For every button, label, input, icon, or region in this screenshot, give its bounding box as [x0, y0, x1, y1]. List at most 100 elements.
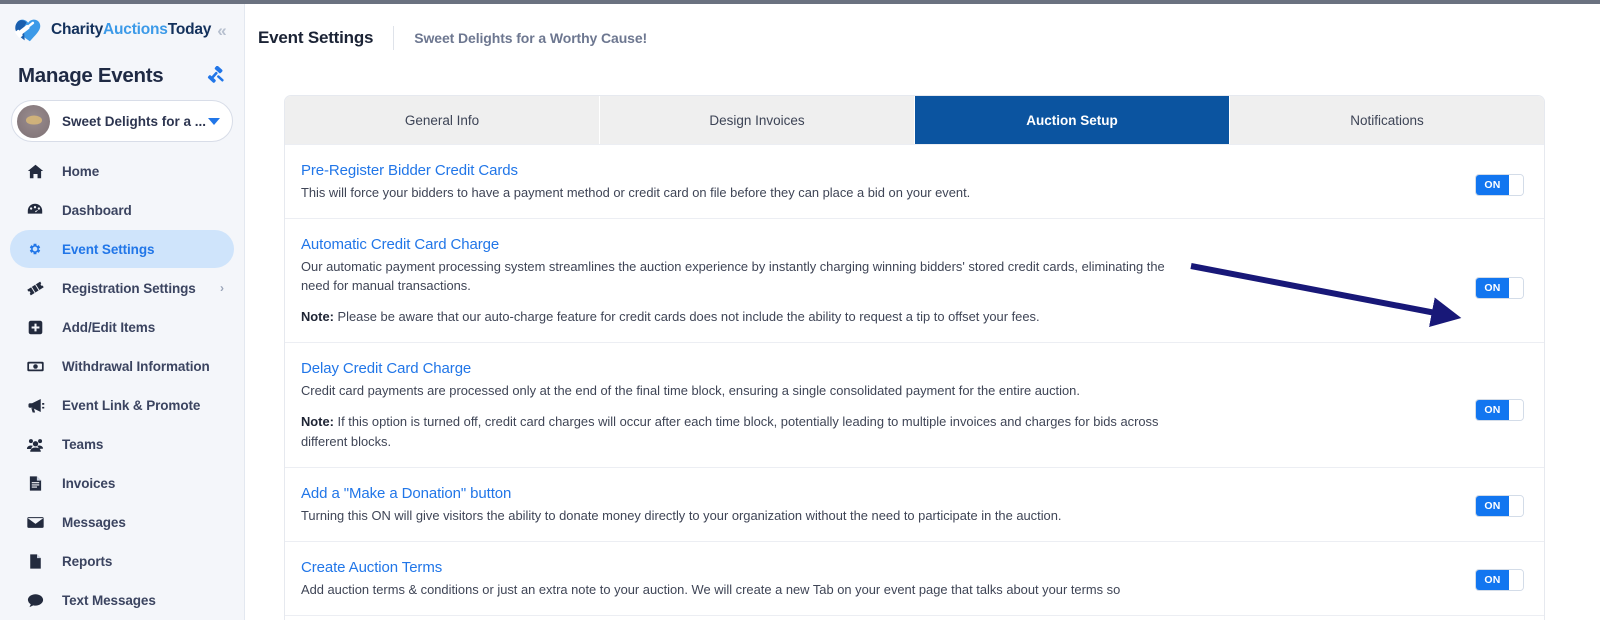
setting-description: Add auction terms & conditions or just a…: [301, 581, 1121, 597]
setting-row-delay-credit-card-charge: Delay Credit Card Charge Credit card pay…: [285, 343, 1544, 468]
collapse-sidebar-icon[interactable]: «: [217, 22, 226, 39]
setting-description: This will force your bidders to have a p…: [301, 185, 971, 200]
brand-title: CharityAuctionsToday: [51, 21, 211, 39]
event-selector[interactable]: Sweet Delights for a ...: [11, 100, 233, 142]
toggle-knob: [1509, 278, 1523, 299]
plus-square-icon: [24, 319, 46, 336]
sidebar-item-label: Dashboard: [62, 202, 132, 218]
setting-note: Note: Please be aware that our auto-char…: [301, 307, 1191, 326]
setting-toggle-wrap: ON: [1464, 174, 1524, 196]
sidebar-item-label: Teams: [62, 436, 104, 452]
setting-title-link[interactable]: Delay Credit Card Charge: [301, 360, 1434, 377]
setting-row-automatic-credit-card-charge: Automatic Credit Card Charge Our automat…: [285, 219, 1544, 344]
megaphone-icon: [24, 396, 46, 415]
ticket-icon: [24, 279, 46, 298]
header-divider: [393, 26, 395, 50]
gavel-icon: [207, 66, 224, 83]
sidebar-item-event-link-promote[interactable]: Event Link & Promote: [10, 386, 234, 424]
sidebar-item-label: Event Link & Promote: [62, 397, 201, 413]
event-avatar: [17, 104, 50, 138]
toggle-knob: [1509, 569, 1523, 590]
setting-row-create-auction-terms: Create Auction Terms Add auction terms &…: [285, 542, 1544, 616]
setting-description: Credit card payments are processed only …: [301, 383, 1080, 399]
brand-part-auctions: Auctions: [103, 21, 168, 38]
event-selector-label: Sweet Delights for a ...: [62, 113, 207, 129]
main-content: Event Settings Sweet Delights for a Wort…: [245, 4, 1600, 620]
page-title: Event Settings: [258, 28, 374, 47]
toggle-state-label: ON: [1476, 569, 1509, 590]
toggle-pre-register-bidder-credit-cards[interactable]: ON: [1475, 174, 1524, 196]
gear-icon: [24, 240, 46, 258]
sidebar-item-label: Withdrawal Information: [62, 358, 210, 374]
dashboard-icon: [24, 201, 46, 219]
sidebar-item-registration-settings[interactable]: Registration Settings ›: [10, 269, 234, 307]
sidebar-item-home[interactable]: Home: [10, 152, 234, 190]
setting-row-body: Add a "Make a Donation" button Turning t…: [301, 485, 1464, 525]
tab-notifications[interactable]: Notifications: [1230, 96, 1544, 144]
toggle-knob: [1509, 399, 1523, 420]
document-icon: [24, 553, 46, 570]
setting-title-link[interactable]: Create Auction Terms: [301, 559, 1434, 576]
toggle-knob: [1509, 175, 1523, 195]
sidebar-item-withdrawal-information[interactable]: Withdrawal Information: [10, 347, 234, 385]
sidebar-item-teams[interactable]: Teams: [10, 425, 234, 463]
setting-note: Note: If this option is turned off, cred…: [301, 412, 1191, 450]
setting-note-text: Please be aware that our auto-charge fea…: [337, 309, 1040, 325]
setting-note-text: If this option is turned off, credit car…: [301, 414, 1159, 449]
setting-toggle-wrap: ON: [1464, 568, 1524, 591]
setting-row-pre-register-bidder-credit-cards: Pre-Register Bidder Credit Cards This wi…: [285, 144, 1544, 220]
sidebar-item-reports[interactable]: Reports: [10, 542, 234, 580]
brand-row: CharityAuctionsToday «: [0, 4, 244, 56]
event-name-subtitle: Sweet Delights for a Worthy Cause!: [414, 30, 648, 46]
settings-rows: Pre-Register Bidder Credit Cards This wi…: [285, 144, 1544, 616]
toggle-create-auction-terms[interactable]: ON: [1475, 568, 1524, 591]
setting-title-link[interactable]: Automatic Credit Card Charge: [301, 236, 1434, 253]
tab-general-info[interactable]: General Info: [285, 96, 600, 144]
setting-toggle-wrap: ON: [1464, 277, 1524, 300]
setting-note-label: Note:: [301, 309, 334, 325]
setting-row-body: Delay Credit Card Charge Credit card pay…: [301, 360, 1464, 450]
envelope-icon: [24, 513, 46, 532]
setting-row-body: Automatic Credit Card Charge Our automat…: [301, 236, 1464, 326]
tab-design-invoices[interactable]: Design Invoices: [600, 96, 915, 144]
toggle-make-a-donation-button[interactable]: ON: [1475, 494, 1524, 517]
setting-toggle-wrap: ON: [1464, 398, 1524, 421]
toggle-automatic-credit-card-charge[interactable]: ON: [1475, 277, 1524, 300]
toggle-state-label: ON: [1476, 278, 1509, 299]
people-icon: [24, 435, 46, 454]
sidebar-item-label: Home: [62, 163, 100, 179]
sidebar: CharityAuctionsToday « Manage Events Swe…: [0, 4, 245, 620]
sidebar-item-label: Invoices: [62, 475, 116, 491]
toggle-knob: [1509, 495, 1523, 516]
chevron-down-icon[interactable]: [208, 117, 220, 125]
tab-bar: General Info Design Invoices Auction Set…: [285, 96, 1544, 144]
tab-auction-setup[interactable]: Auction Setup: [915, 96, 1230, 144]
setting-title-link[interactable]: Add a "Make a Donation" button: [301, 485, 1434, 502]
invoice-icon: [24, 475, 46, 492]
sidebar-item-dashboard[interactable]: Dashboard: [10, 191, 234, 229]
toggle-delay-credit-card-charge[interactable]: ON: [1475, 398, 1524, 421]
settings-card: General Info Design Invoices Auction Set…: [284, 95, 1545, 620]
sidebar-item-add-edit-items[interactable]: Add/Edit Items: [10, 308, 234, 346]
sidebar-item-event-settings[interactable]: Event Settings: [10, 230, 234, 268]
setting-toggle-wrap: ON: [1464, 494, 1524, 517]
sidebar-item-label: Registration Settings: [62, 280, 196, 296]
setting-note-label: Note:: [301, 414, 334, 430]
toggle-state-label: ON: [1476, 495, 1509, 516]
sidebar-item-messages[interactable]: Messages: [10, 503, 234, 541]
sidebar-item-invoices[interactable]: Invoices: [10, 464, 234, 502]
manage-events-header: Manage Events: [0, 56, 244, 98]
setting-description: Our automatic payment processing system …: [301, 259, 1165, 294]
sidebar-item-label: Add/Edit Items: [62, 319, 156, 335]
sidebar-item-label: Event Settings: [62, 241, 155, 257]
toggle-state-label: ON: [1476, 399, 1509, 420]
charity-auctions-today-logo: [15, 19, 41, 42]
setting-row-make-a-donation-button: Add a "Make a Donation" button Turning t…: [285, 468, 1544, 542]
page-header: Event Settings Sweet Delights for a Wort…: [245, 4, 1600, 50]
sidebar-nav: Home Dashboard Event Settings Registrati…: [0, 152, 244, 619]
setting-row-body: Pre-Register Bidder Credit Cards This wi…: [301, 162, 1464, 202]
sidebar-item-text-messages[interactable]: Text Messages: [10, 581, 234, 619]
setting-title-link[interactable]: Pre-Register Bidder Credit Cards: [301, 162, 1434, 179]
sidebar-item-label: Reports: [62, 553, 113, 569]
brand-part-charity: Charity: [51, 21, 104, 38]
